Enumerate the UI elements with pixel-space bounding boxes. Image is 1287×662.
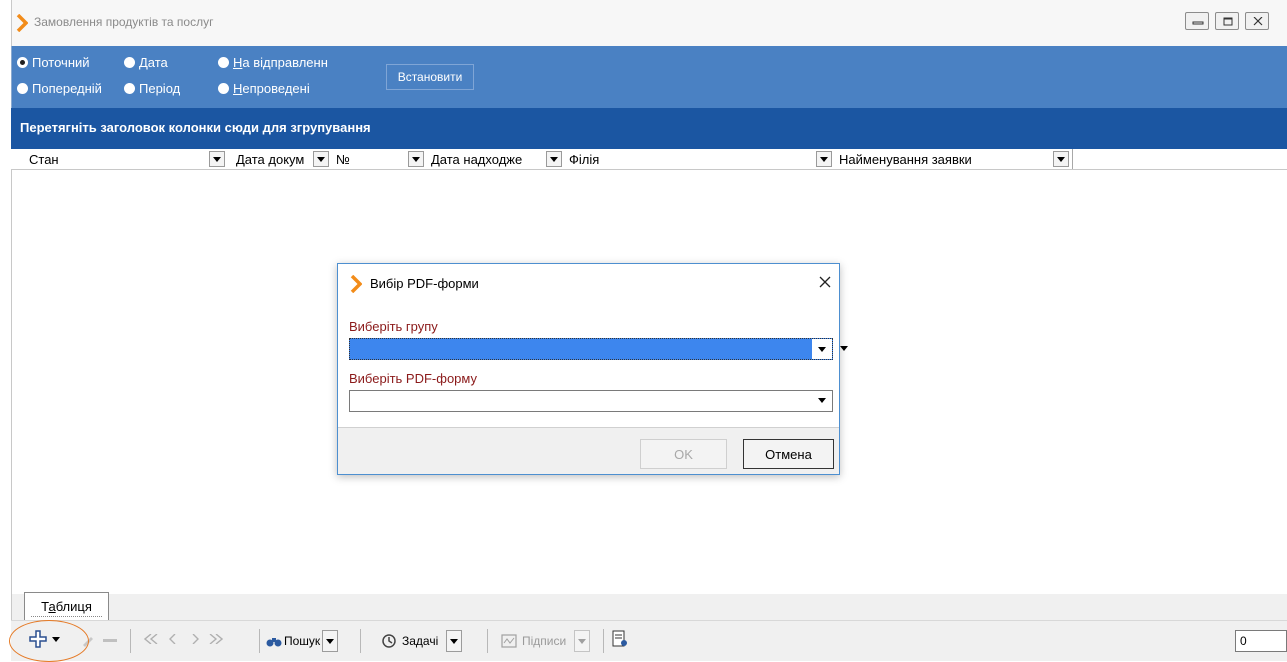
minimize-button[interactable] (1185, 12, 1209, 30)
dialog-close-button[interactable] (815, 272, 835, 292)
radio-previous[interactable]: Попередній (17, 81, 102, 96)
chevron-down-icon (818, 398, 826, 403)
record-counter: 0 (1235, 630, 1287, 652)
close-icon (1253, 17, 1263, 26)
chevron-down-icon (450, 638, 459, 644)
print-settings-button[interactable] (612, 630, 628, 648)
apply-button[interactable]: Встановити (386, 64, 474, 90)
radio-indicator (17, 83, 28, 94)
column-filter-dropdown[interactable] (408, 151, 424, 167)
chevron-down-icon (550, 156, 558, 162)
dialog-title: Вибір PDF-форми (370, 276, 479, 291)
close-icon (819, 276, 831, 288)
group-label: Виберіть групу (349, 319, 438, 334)
dialog-header: Вибір PDF-форми (338, 264, 839, 305)
signatures-button[interactable]: Підписи (501, 630, 591, 652)
first-record-button[interactable] (144, 634, 158, 644)
toolbar-separator (603, 629, 604, 653)
chevron-down-icon (840, 346, 848, 351)
column-filter-dropdown[interactable] (1053, 151, 1069, 167)
chevron-down-icon (412, 156, 420, 162)
column-filter-dropdown[interactable] (209, 151, 225, 167)
tasks-icon (382, 634, 396, 648)
column-request-name[interactable]: Найменування заявки (835, 149, 1073, 169)
group-dropdown-arrow[interactable] (812, 339, 832, 359)
bottom-toolbar: Пошук Задачі Підписи (11, 620, 1287, 661)
restore-button[interactable] (1215, 12, 1239, 30)
chevron-right-icon (16, 14, 28, 32)
pdf-form-dialog: Вибір PDF-форми Виберіть групу Виберіть … (337, 263, 848, 475)
tab-table[interactable]: Таблиця (24, 592, 109, 620)
column-filter-dropdown[interactable] (816, 151, 832, 167)
dialog-footer: OK Отмена (338, 427, 839, 474)
radio-indicator (218, 57, 229, 68)
chevron-down-icon (818, 347, 826, 352)
column-status[interactable]: Стан (21, 149, 229, 169)
column-receipt-date[interactable]: Дата надходже (427, 149, 566, 169)
toolbar-separator (487, 629, 488, 653)
tab-strip (11, 594, 1287, 620)
toolbar-separator (360, 629, 361, 653)
group-select[interactable] (349, 338, 848, 360)
signature-icon (501, 634, 517, 648)
chevron-down-icon (326, 638, 335, 644)
tasks-button[interactable]: Задачі (381, 630, 463, 652)
column-doc-date[interactable]: Дата докум (228, 149, 333, 169)
prev-icon (169, 634, 176, 644)
search-button[interactable]: Пошук (266, 630, 339, 652)
radio-unposted[interactable]: Непроведені (218, 81, 310, 96)
search-dropdown[interactable] (322, 630, 339, 652)
column-branch[interactable]: Філія (565, 149, 836, 169)
chevron-down-icon (1057, 156, 1065, 162)
highlight-ring (9, 620, 89, 662)
window-title: Замовлення продуктів та послуг (34, 15, 214, 29)
toolbar-separator (130, 629, 131, 653)
prev-record-button[interactable] (169, 634, 177, 644)
grid-header: Стан Дата докум № Дата надходже Філія На… (11, 149, 1287, 170)
filter-panel: Поточний Дата На відправленн Попередній … (11, 46, 1287, 108)
cancel-button[interactable]: Отмена (743, 439, 834, 469)
toolbar-separator (259, 629, 260, 653)
restore-icon (1223, 17, 1233, 26)
minus-icon (103, 639, 117, 642)
minimize-icon (1192, 21, 1204, 25)
last-record-button[interactable] (209, 634, 223, 644)
radio-current[interactable]: Поточний (17, 55, 90, 70)
chevron-right-icon (350, 275, 362, 293)
tasks-dropdown[interactable] (446, 630, 463, 652)
chevron-down-icon (820, 156, 828, 162)
radio-period[interactable]: Період (124, 81, 180, 96)
chevron-down-icon (213, 156, 221, 162)
column-filter-dropdown[interactable] (313, 151, 329, 167)
last-icon (209, 634, 223, 644)
delete-button[interactable] (103, 639, 117, 643)
close-window-button[interactable] (1245, 12, 1269, 30)
document-settings-icon (612, 630, 627, 647)
next-record-button[interactable] (191, 634, 199, 644)
next-icon (192, 634, 199, 644)
radio-indicator (17, 57, 28, 68)
signatures-dropdown[interactable] (574, 630, 591, 652)
form-select[interactable] (349, 390, 833, 412)
chevron-down-icon (317, 156, 325, 162)
group-by-area[interactable]: Перетягніть заголовок колонки сюди для з… (11, 108, 1287, 149)
radio-indicator (124, 83, 135, 94)
first-icon (144, 634, 158, 644)
radio-indicator (124, 57, 135, 68)
chevron-down-icon (578, 638, 587, 644)
form-label: Виберіть PDF-форму (349, 371, 477, 386)
radio-date[interactable]: Дата (124, 55, 168, 70)
window-title-bar: Замовлення продуктів та послуг (11, 0, 1287, 46)
binoculars-icon (266, 638, 282, 647)
radio-indicator (218, 83, 229, 94)
column-number[interactable]: № (332, 149, 428, 169)
column-filter-dropdown[interactable] (546, 151, 562, 167)
radio-sent[interactable]: На відправленн (218, 55, 328, 70)
ok-button[interactable]: OK (640, 439, 727, 469)
